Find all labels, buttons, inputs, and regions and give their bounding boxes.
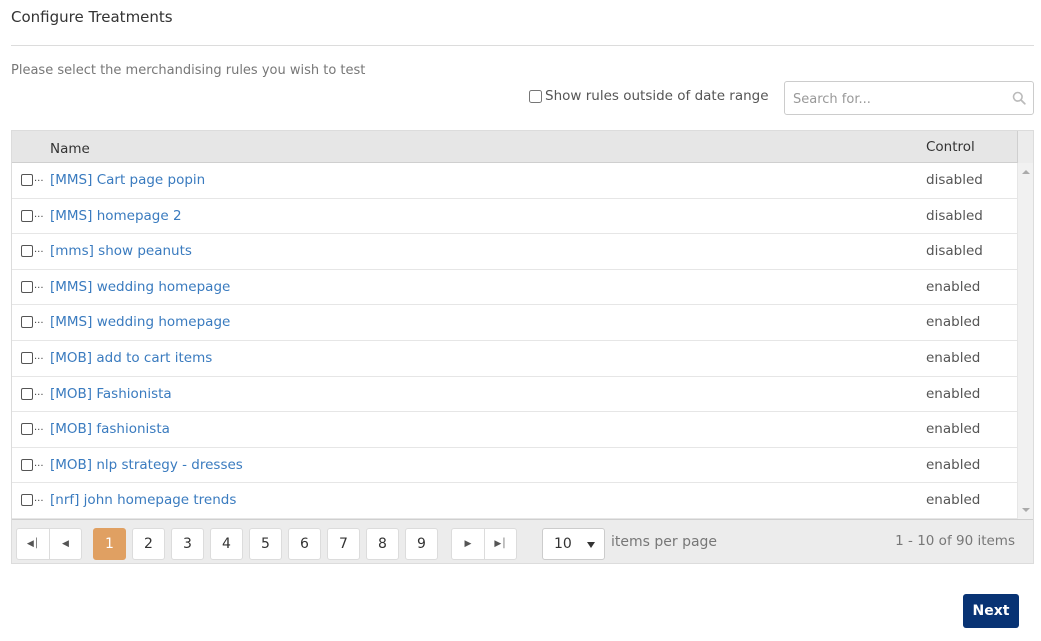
rule-name-link[interactable]: [MMS] wedding homepage: [50, 314, 230, 330]
rule-name-link[interactable]: [MOB] fashionista: [50, 421, 170, 437]
prev-page-icon: ◀: [62, 539, 69, 549]
rule-name-link[interactable]: [MOB] add to cart items: [50, 350, 212, 366]
control-status: enabled: [926, 385, 981, 402]
first-page-button[interactable]: ◀│: [16, 528, 50, 560]
page-button-3[interactable]: 3: [171, 528, 204, 560]
control-status: enabled: [926, 492, 981, 509]
row-ellipsis: ...: [34, 279, 44, 291]
table-row[interactable]: ... [MOB] fashionista enabled: [12, 412, 1017, 448]
control-status: enabled: [926, 421, 981, 438]
rule-name-link[interactable]: [MMS] wedding homepage: [50, 279, 230, 295]
grid-rows: ... [MMS] Cart page popin disabled... [MMS]…: [12, 163, 1017, 519]
page-size-value: 10: [554, 536, 572, 552]
page-button-8[interactable]: 8: [366, 528, 399, 560]
page-button-5[interactable]: 5: [249, 528, 282, 560]
last-page-icon: ▶│: [494, 539, 507, 549]
control-status: enabled: [926, 456, 981, 473]
grid-header: Name Control: [12, 131, 1033, 163]
row-checkbox[interactable]: [21, 387, 33, 400]
title-divider: [11, 45, 1034, 46]
table-row[interactable]: ... [MOB] Fashionista enabled: [12, 377, 1017, 413]
search-icon[interactable]: [1012, 91, 1026, 105]
row-ellipsis: ...: [34, 244, 44, 256]
next-page-icon: ▶: [464, 539, 472, 549]
rule-name-link[interactable]: [mms] show peanuts: [50, 243, 192, 259]
table-row[interactable]: ... [nrf] john homepage trends enabled: [12, 483, 1017, 519]
first-page-icon: ◀│: [26, 539, 40, 549]
control-status: enabled: [926, 314, 981, 331]
last-page-button[interactable]: ▶│: [484, 528, 517, 560]
row-ellipsis: ...: [34, 350, 44, 362]
table-row[interactable]: ... [MMS] Cart page popin disabled: [12, 163, 1017, 199]
row-ellipsis: ...: [34, 173, 44, 184]
rule-name-link[interactable]: [MMS] homepage 2: [50, 208, 182, 224]
column-header-control[interactable]: Control: [926, 139, 975, 155]
row-ellipsis: ...: [34, 493, 44, 505]
page-button-2[interactable]: 2: [132, 528, 165, 560]
page-button-7[interactable]: 7: [327, 528, 360, 560]
page-size-dropdown[interactable]: 10: [542, 528, 605, 560]
scroll-down-icon[interactable]: [1022, 508, 1030, 512]
show-outside-date-range-checkbox[interactable]: [529, 89, 542, 103]
row-checkbox[interactable]: [21, 458, 33, 471]
row-ellipsis: ...: [34, 208, 44, 220]
page-button-6[interactable]: 6: [288, 528, 321, 560]
search-input[interactable]: [791, 89, 1006, 109]
header-scroll-spacer: [1017, 131, 1033, 163]
row-checkbox[interactable]: [21, 351, 33, 364]
rule-name-link[interactable]: [MMS] Cart page popin: [50, 172, 205, 188]
show-outside-date-range-toggle[interactable]: Show rules outside of date range: [529, 88, 769, 104]
control-status: disabled: [926, 207, 983, 224]
prev-page-button[interactable]: ◀: [49, 528, 82, 560]
table-row[interactable]: ... [MOB] nlp strategy - dresses enabled: [12, 448, 1017, 484]
column-header-name[interactable]: Name: [50, 141, 90, 157]
rule-name-link[interactable]: [MOB] Fashionista: [50, 386, 172, 402]
next-page-button[interactable]: ▶: [451, 528, 485, 560]
control-status: disabled: [926, 172, 983, 188]
scroll-up-icon[interactable]: [1022, 170, 1030, 174]
page-button-4[interactable]: 4: [210, 528, 243, 560]
control-status: disabled: [926, 243, 983, 260]
next-button[interactable]: Next: [963, 594, 1019, 628]
page-size-label: items per page: [611, 534, 718, 550]
row-ellipsis: ...: [34, 386, 44, 398]
row-ellipsis: ...: [34, 315, 44, 327]
rule-name-link[interactable]: [MOB] nlp strategy - dresses: [50, 457, 243, 473]
row-ellipsis: ...: [34, 422, 44, 434]
row-checkbox[interactable]: [21, 245, 33, 258]
vertical-scrollbar[interactable]: [1017, 163, 1033, 519]
row-checkbox[interactable]: [21, 280, 33, 293]
rules-grid: Name Control ... [MMS] Cart page popin dis…: [11, 130, 1034, 564]
page-title: Configure Treatments: [11, 8, 173, 26]
table-row[interactable]: ... [MMS] wedding homepage enabled: [12, 305, 1017, 341]
page-subtitle: Please select the merchandising rules yo…: [11, 63, 366, 78]
row-checkbox[interactable]: [21, 174, 33, 186]
page-button-9[interactable]: 9: [405, 528, 438, 560]
table-row[interactable]: ... [mms] show peanuts disabled: [12, 234, 1017, 270]
search-box[interactable]: [784, 81, 1034, 115]
control-status: enabled: [926, 349, 981, 366]
row-ellipsis: ...: [34, 457, 44, 469]
page-button-1[interactable]: 1: [93, 528, 126, 560]
chevron-down-icon: [587, 542, 595, 548]
table-row[interactable]: ... [MMS] homepage 2 disabled: [12, 199, 1017, 235]
control-status: enabled: [926, 278, 981, 295]
pager: ◀│ ◀ 123456789 ▶ ▶│ 10 items per page 1 …: [12, 519, 1033, 563]
row-checkbox[interactable]: [21, 209, 33, 222]
row-checkbox[interactable]: [21, 423, 33, 436]
table-row[interactable]: ... [MMS] wedding homepage enabled: [12, 270, 1017, 306]
table-row[interactable]: ... [MOB] add to cart items enabled: [12, 341, 1017, 377]
rule-name-link[interactable]: [nrf] john homepage trends: [50, 492, 236, 508]
row-checkbox[interactable]: [21, 494, 33, 507]
row-checkbox[interactable]: [21, 316, 33, 329]
show-outside-date-range-label: Show rules outside of date range: [545, 88, 769, 104]
page-info: 1 - 10 of 90 items: [895, 533, 1015, 549]
